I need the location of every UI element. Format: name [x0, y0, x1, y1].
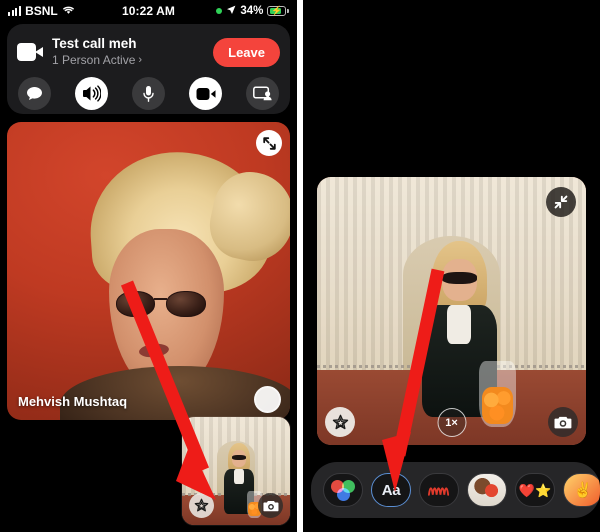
battery-charging-icon: ⚡ — [267, 6, 289, 16]
gesture-effect-button[interactable]: ✌ — [563, 473, 600, 507]
video-button[interactable] — [189, 77, 222, 110]
capture-button[interactable] — [254, 386, 281, 413]
heart-star-sticker-icon: ❤️⭐ — [518, 482, 552, 498]
right-screen: 1× Aa ❤️⭐ ✌ — [303, 0, 600, 532]
avatar-effect-button[interactable] — [467, 473, 507, 507]
chevron-right-icon: › — [138, 54, 143, 67]
participant-name-label: Mehvish Mushtaq — [18, 394, 128, 409]
text-effect-button[interactable]: Aa — [371, 473, 411, 507]
self-view-expanded[interactable]: 1× — [317, 177, 586, 446]
battery-percent-label: 34% — [240, 5, 264, 17]
effects-tray: Aa ❤️⭐ ✌ ✊ — [311, 462, 600, 518]
star-effects-icon — [194, 498, 209, 512]
pip-effects-button[interactable] — [189, 493, 214, 518]
call-info[interactable]: Test call meh 1 Person Active › — [52, 36, 204, 68]
filters-effect-button[interactable] — [323, 473, 363, 507]
main-video-tile[interactable]: Mehvish Mushtaq — [7, 122, 290, 420]
leave-button[interactable]: Leave — [213, 37, 280, 67]
call-header-row: Test call meh 1 Person Active › Leave — [17, 32, 280, 72]
lips-shape — [138, 342, 170, 359]
sunglasses-shape — [115, 291, 206, 318]
self-figure-large — [419, 241, 517, 434]
zoom-level-button[interactable]: 1× — [437, 408, 466, 437]
participant-figure — [60, 145, 290, 420]
pip-flip-camera-button[interactable] — [258, 493, 283, 518]
camera-flip-icon — [262, 500, 278, 511]
green-recording-dot — [216, 8, 223, 14]
flip-camera-button[interactable] — [548, 407, 578, 437]
self-view-scene-large — [317, 177, 586, 445]
status-bar-right: 34% ⚡ — [216, 5, 289, 18]
expand-button[interactable] — [256, 130, 282, 156]
call-controls-row — [17, 77, 280, 110]
self-figure — [223, 442, 262, 521]
speaker-wave-icon — [83, 85, 101, 102]
location-arrow-icon — [226, 5, 236, 18]
self-view-pip[interactable] — [182, 417, 290, 525]
chat-bubble-icon — [27, 87, 42, 100]
call-subtitle: 1 Person Active — [52, 52, 136, 67]
color-circles-icon — [331, 479, 355, 501]
call-subtitle-row: 1 Person Active › — [52, 53, 204, 69]
camera-flip-icon — [554, 416, 572, 428]
video-camera-icon — [17, 43, 43, 61]
status-bar: BSNL 10:22 AM 34% ⚡ — [0, 0, 297, 22]
call-header-card: Test call meh 1 Person Active › Leave — [7, 24, 290, 114]
microphone-icon — [143, 85, 154, 102]
peace-hand-icon: ✌ — [573, 481, 593, 499]
stickers-effect-button[interactable]: ❤️⭐ — [515, 473, 555, 507]
screenshot-root: BSNL 10:22 AM 34% ⚡ Test call meh 1 Pers… — [0, 0, 600, 532]
screen-share-button[interactable] — [246, 77, 279, 110]
effects-button[interactable] — [325, 407, 355, 437]
star-effects-icon — [332, 414, 348, 429]
chat-button[interactable] — [18, 77, 51, 110]
call-title: Test call meh — [52, 35, 137, 51]
expand-arrows-icon — [262, 136, 276, 150]
speaker-button[interactable] — [75, 77, 108, 110]
screen-share-icon — [253, 86, 272, 101]
collapse-button[interactable] — [546, 187, 576, 217]
video-camera-icon — [196, 87, 215, 100]
scribble-icon — [427, 487, 449, 496]
microphone-button[interactable] — [132, 77, 165, 110]
text-aa-icon: Aa — [381, 481, 401, 499]
collapse-arrows-icon — [554, 195, 568, 209]
left-screen: BSNL 10:22 AM 34% ⚡ Test call meh 1 Pers… — [0, 0, 297, 532]
doodle-effect-button[interactable] — [419, 473, 459, 507]
